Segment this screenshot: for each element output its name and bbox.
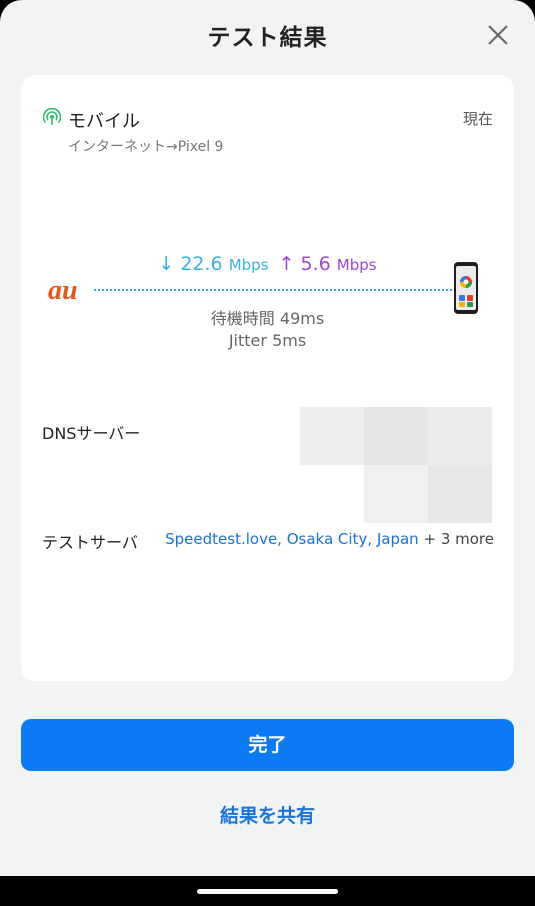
- test-server-value: Speedtest.love, Osaka City, Japan + 3 mo…: [165, 530, 494, 548]
- system-nav-bar: [0, 876, 535, 906]
- svg-text:au: au: [48, 275, 78, 305]
- jitter-row: Jitter 5ms: [228, 331, 307, 350]
- mobile-signal-icon: [43, 108, 61, 125]
- test-time: 現在: [462, 110, 493, 128]
- upload-arrow-icon: ↑: [278, 253, 295, 275]
- test-server-label: テストサーバ: [42, 533, 138, 552]
- done-button[interactable]: 完了: [21, 719, 514, 771]
- network-route: インターネット→Pixel 9: [68, 139, 224, 155]
- download-speed: ↓ 22.6 Mbps: [158, 253, 269, 275]
- download-arrow-icon: ↓: [158, 253, 175, 275]
- carrier-logo: au: [48, 275, 78, 305]
- connection-line: [94, 289, 452, 291]
- close-icon[interactable]: [485, 22, 511, 48]
- dns-value-redacted: [300, 407, 492, 524]
- speed-summary: ↓ 22.6 Mbps ↑ 5.6 Mbps: [21, 253, 514, 275]
- share-results-button[interactable]: 結果を共有: [0, 801, 535, 828]
- test-server-link[interactable]: Speedtest.love, Osaka City, Japan: [165, 530, 419, 548]
- upload-speed: ↑ 5.6 Mbps: [278, 253, 377, 275]
- latency-info: 待機時間 49ms Jitter 5ms: [21, 308, 514, 352]
- device-phone-icon: [454, 262, 478, 314]
- result-sheet: テスト結果 モバイル 現在 インターネット→Pixel 9 ↓ 22.6 Mbp…: [0, 0, 535, 876]
- result-card: モバイル 現在 インターネット→Pixel 9 ↓ 22.6 Mbps ↑ 5.…: [21, 75, 514, 681]
- home-gesture-handle[interactable]: [197, 889, 338, 894]
- dns-label: DNSサーバー: [42, 424, 141, 443]
- sheet-title: テスト結果: [207, 25, 328, 51]
- latency-row: 待機時間 49ms: [210, 309, 325, 328]
- test-server-more: + 3 more: [423, 530, 494, 548]
- network-name: モバイル: [68, 111, 140, 132]
